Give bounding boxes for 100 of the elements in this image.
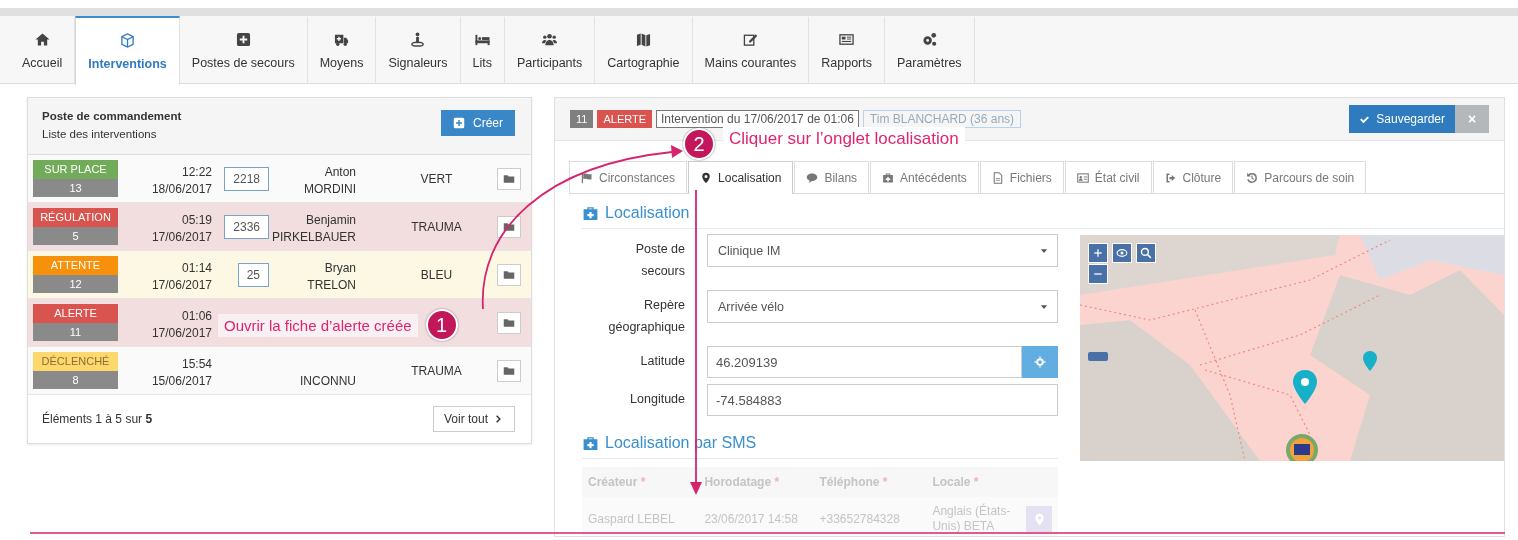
nav-tab[interactable]: Interventions	[75, 16, 180, 85]
status-label: DÉCLENCHÉ	[33, 352, 118, 371]
name-text: Benjamin	[305, 212, 356, 228]
intervention-row[interactable]: SUR PLACE 13 12:22 18/06/2017 2218 Anton MORDINI VERT	[28, 155, 531, 203]
time-text: 05:19	[181, 212, 212, 228]
gears-icon	[921, 31, 937, 47]
field-label: Repère géographique	[607, 297, 685, 336]
status-badge: ALERTE	[597, 110, 652, 128]
nav-tab[interactable]: Cartographie	[595, 16, 693, 83]
folder-icon	[503, 364, 515, 377]
flag-icon	[581, 171, 593, 184]
folder-icon	[503, 172, 515, 185]
name-text: Anton	[324, 164, 356, 180]
nav-tab[interactable]: Postes de secours	[179, 16, 308, 83]
open-button[interactable]	[497, 263, 521, 286]
date-text: 18/06/2017	[151, 181, 212, 197]
status-label: ATTENTE	[33, 256, 118, 275]
required-mark: *	[640, 475, 646, 489]
date-text: 17/06/2017	[151, 277, 212, 293]
zoom-out-button[interactable]	[1088, 264, 1108, 284]
date-text: 17/06/2017	[151, 229, 212, 245]
nav-tab[interactable]: Participants	[504, 16, 596, 83]
category-text: TRAUMA	[410, 363, 463, 378]
date-text: 17/06/2017	[151, 325, 212, 341]
category-text: TRAUMA	[410, 219, 463, 234]
zoom-in-button[interactable]	[1088, 243, 1108, 263]
category-text: VERT	[419, 171, 454, 186]
category-text: BLEU	[419, 267, 454, 282]
detail-tab[interactable]: État civil	[1064, 161, 1152, 193]
date-text: 15/06/2017	[151, 373, 212, 389]
speech-bubble-icon	[806, 171, 819, 184]
person-pin-icon	[410, 31, 426, 47]
detail-tab[interactable]: Parcours de soin	[1234, 161, 1367, 193]
cube-icon	[120, 32, 136, 48]
intervention-row[interactable]: ATTENTE 12 01:14 17/06/2017 25 Bryan TRELON BLEU	[28, 251, 531, 299]
input-field[interactable]: -74.584883	[707, 384, 1058, 416]
detail-tab[interactable]: Antécédents	[870, 161, 979, 193]
pagination-text: Éléments 1 à 5 sur 5	[42, 412, 153, 426]
nav-tab[interactable]: Signaleurs	[376, 16, 461, 83]
code-field: 25	[237, 262, 269, 287]
nav-tab[interactable]: Mains courantes	[692, 16, 810, 83]
newspaper-icon	[839, 31, 855, 47]
folder-icon	[503, 220, 515, 233]
detail-tab[interactable]: Localisation	[688, 161, 794, 194]
search-button[interactable]	[1136, 243, 1156, 263]
save-button[interactable]: Sauvegarder	[1349, 105, 1455, 133]
select-field[interactable]: Arrivée vélo	[707, 290, 1058, 323]
search-icon	[1140, 247, 1152, 259]
medkit-icon	[582, 434, 599, 452]
open-button[interactable]	[497, 167, 521, 190]
nav-tab[interactable]: Paramètres	[885, 16, 975, 83]
name-text: TRELON	[307, 277, 356, 293]
open-button[interactable]	[497, 215, 521, 238]
nav-tab[interactable]: Rapports	[809, 16, 885, 83]
time-text: 15:54	[181, 356, 212, 372]
sign-out-icon	[1164, 171, 1177, 184]
time-text: 12:22	[181, 164, 212, 180]
detail-tab[interactable]: Bilans	[794, 161, 870, 193]
users-icon	[542, 31, 558, 47]
status-count: 11	[33, 323, 118, 341]
time-text: 01:14	[181, 260, 212, 276]
map-marker-icon	[700, 172, 713, 184]
map-marker-icon	[1032, 512, 1046, 526]
create-button[interactable]: Créer	[441, 110, 515, 136]
open-button[interactable]	[497, 359, 521, 382]
crosshair-icon	[1034, 356, 1046, 368]
required-mark: *	[973, 475, 979, 489]
name-text: INCONNU	[300, 373, 356, 389]
target-icon	[1116, 247, 1128, 259]
name-text: Bryan	[324, 260, 356, 276]
file-icon	[991, 171, 1004, 184]
name-text: PIRKELBAUER	[271, 229, 356, 245]
status-count: 8	[33, 371, 118, 389]
nav-tab[interactable]: Moyens	[307, 16, 377, 83]
map-icon	[635, 31, 651, 47]
input-field[interactable]: 46.209139	[707, 346, 1022, 378]
status-label: ALERTE	[33, 304, 118, 323]
count-badge: 11	[570, 110, 594, 128]
detail-tab[interactable]: Clôture	[1152, 161, 1234, 193]
status-count: 13	[33, 179, 118, 197]
nav-tab[interactable]: Lits	[460, 16, 505, 83]
intervention-row[interactable]: DÉCLENCHÉ 8 15:54 15/06/2017 INCONNU TRAUMA	[28, 347, 531, 395]
panel-subtitle: Liste des interventions	[42, 128, 158, 140]
detail-tab[interactable]: Fichiers	[979, 161, 1064, 193]
history-icon	[1246, 171, 1259, 184]
locate-button[interactable]	[1112, 243, 1132, 263]
code-field: 2218	[224, 166, 269, 191]
time-text: 01:06	[181, 308, 212, 324]
required-mark: *	[882, 475, 888, 489]
annotation-text: Ouvrir la fiche d’alerte créée	[218, 313, 418, 337]
code-field: 2336	[224, 214, 269, 239]
open-button[interactable]	[497, 311, 521, 334]
field-label: Latitude	[639, 353, 685, 370]
detail-tab[interactable]: Circonstances	[569, 161, 688, 193]
folder-icon	[503, 316, 515, 329]
status-count: 5	[33, 227, 118, 245]
view-all-button[interactable]: Voir tout	[432, 406, 515, 432]
select-field[interactable]: Clinique IM	[707, 234, 1058, 267]
status-label: SUR PLACE	[33, 160, 118, 179]
plus-icon	[1093, 248, 1103, 258]
